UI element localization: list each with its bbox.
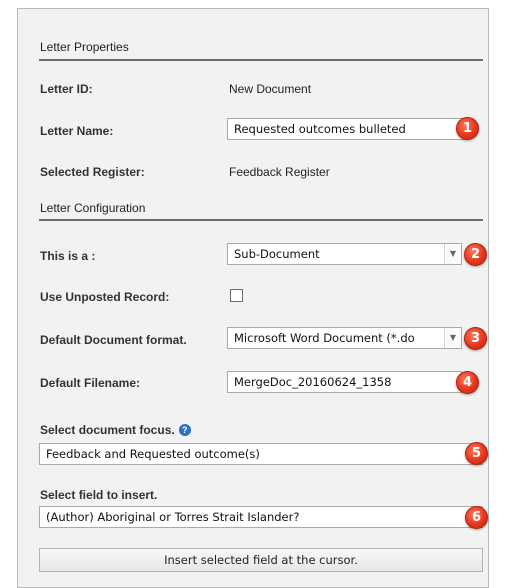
letter-properties-heading: Letter Properties (40, 40, 129, 54)
letter-configuration-divider (39, 219, 483, 221)
default-filename-label: Default Filename: (40, 376, 141, 390)
callout-badge-1: 1 (456, 117, 479, 140)
letter-name-input[interactable]: Requested outcomes bulleted (227, 118, 467, 140)
help-icon[interactable]: ? (178, 424, 191, 436)
callout-badge-2: 2 (464, 243, 487, 266)
use-unposted-label: Use Unposted Record: (40, 290, 170, 304)
use-unposted-checkbox[interactable] (230, 289, 243, 302)
callout-badge-6: 6 (465, 506, 488, 529)
letter-properties-divider (39, 59, 483, 61)
this-is-a-label: This is a : (40, 249, 96, 263)
field-to-insert-label: Select field to insert. (40, 488, 158, 502)
selected-register-value: Feedback Register (229, 165, 330, 179)
letter-id-label: Letter ID: (40, 82, 93, 96)
selected-register-label: Selected Register: (40, 165, 145, 179)
chevron-down-icon[interactable]: ▼ (444, 328, 461, 348)
document-focus-label-text: Select document focus. (40, 423, 175, 437)
chevron-down-icon[interactable]: ▼ (444, 244, 461, 264)
letter-id-value: New Document (229, 82, 312, 96)
callout-badge-3: 3 (464, 327, 487, 350)
default-format-label: Default Document format. (40, 333, 187, 347)
insert-field-button[interactable]: Insert selected field at the cursor. (39, 548, 483, 572)
callout-badge-4: 4 (456, 371, 479, 394)
letter-configuration-heading: Letter Configuration (40, 201, 146, 215)
letter-name-label: Letter Name: (40, 124, 114, 138)
default-filename-input[interactable]: MergeDoc_20160624_1358 (227, 371, 462, 393)
document-focus-input[interactable]: Feedback and Requested outcome(s) (39, 443, 483, 465)
document-focus-label: Select document focus.? (40, 423, 191, 437)
document-type-value: Sub-Document (234, 247, 320, 261)
document-type-select[interactable]: Sub-Document ▼ (227, 243, 462, 265)
default-format-value: Microsoft Word Document (*.do (234, 331, 415, 345)
field-to-insert-input[interactable]: (Author) Aboriginal or Torres Strait Isl… (39, 506, 483, 528)
callout-badge-5: 5 (465, 442, 488, 465)
default-format-select[interactable]: Microsoft Word Document (*.do ▼ (227, 327, 462, 349)
